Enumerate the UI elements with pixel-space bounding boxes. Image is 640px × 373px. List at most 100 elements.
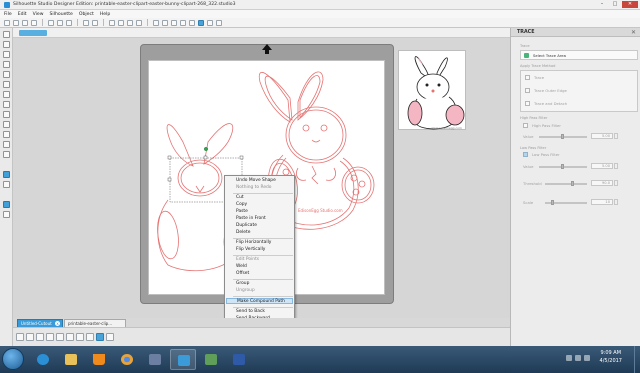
tab-close-icon[interactable]: x xyxy=(55,321,60,326)
modify-icon[interactable] xyxy=(180,19,186,26)
menu-item-paste-in-front[interactable]: Paste in Front xyxy=(236,216,266,222)
taskbar-silhouette-studio[interactable] xyxy=(170,349,196,370)
zoom-fit-icon[interactable] xyxy=(127,19,133,26)
pattern-icon[interactable] xyxy=(56,333,64,341)
grid-icon[interactable] xyxy=(153,19,159,26)
shape-panel-icon[interactable] xyxy=(3,201,10,208)
low-pass-stepper[interactable] xyxy=(614,163,618,169)
align-icon[interactable] xyxy=(162,19,168,26)
menu-item-flip-vertically[interactable]: Flip Vertically xyxy=(236,247,265,253)
zoom-in-icon[interactable] xyxy=(109,19,115,26)
taskbar-explorer[interactable] xyxy=(58,349,84,370)
flag-icon[interactable] xyxy=(584,355,590,361)
taskbar-clock[interactable]: 9:09 AM 4/5/2017 xyxy=(600,349,622,365)
menu-item-delete[interactable]: Delete xyxy=(236,230,250,236)
network-icon[interactable] xyxy=(566,355,572,361)
menu-file[interactable]: File xyxy=(4,12,12,17)
show-desktop-button[interactable] xyxy=(634,346,640,373)
open-folder-icon[interactable] xyxy=(13,19,19,26)
menu-item-duplicate[interactable]: Duplicate xyxy=(236,223,257,229)
low-pass-slider-knob[interactable] xyxy=(561,164,564,169)
high-pass-value-field[interactable]: 5.00 xyxy=(591,133,613,139)
tab-printable-easter-clipart[interactable]: printable-easter-clip... xyxy=(64,319,126,327)
transform-icon[interactable] xyxy=(76,333,84,341)
trace-panel-icon[interactable] xyxy=(96,333,104,341)
taskbar-ie[interactable] xyxy=(30,349,56,370)
paste-icon[interactable] xyxy=(66,19,72,26)
select-tool-icon[interactable] xyxy=(3,31,10,38)
undo-icon[interactable] xyxy=(83,19,89,26)
fill-tool-icon[interactable] xyxy=(3,151,10,158)
scale-value-field[interactable]: 10 xyxy=(591,199,613,205)
scale-slider-knob[interactable] xyxy=(551,200,554,205)
curve-tool-icon[interactable] xyxy=(3,91,10,98)
offset-icon[interactable] xyxy=(189,19,195,26)
rectangle-tool-icon[interactable] xyxy=(3,61,10,68)
high-pass-filter-checkbox[interactable] xyxy=(523,123,528,128)
close-button[interactable]: ✕ xyxy=(622,1,638,8)
send-to-silhouette-icon[interactable] xyxy=(216,19,222,26)
menu-item-cut[interactable]: Cut xyxy=(236,195,244,201)
knife-tool-icon[interactable] xyxy=(3,141,10,148)
polygon-tool-icon[interactable] xyxy=(3,81,10,88)
taskbar-chrome[interactable] xyxy=(114,349,140,370)
replicate-icon[interactable] xyxy=(171,19,177,26)
copy-icon[interactable] xyxy=(57,19,63,26)
trace-icon[interactable] xyxy=(198,19,204,26)
high-pass-stepper[interactable] xyxy=(614,133,618,139)
minimize-button[interactable]: – xyxy=(596,1,608,8)
trace-outer-edge-icon[interactable] xyxy=(525,88,530,93)
low-pass-filter-checkbox[interactable] xyxy=(523,152,528,157)
trace-option-detach[interactable]: Trace and Detach xyxy=(534,101,567,106)
select-trace-area-button[interactable]: Select Trace Area xyxy=(520,50,638,60)
save-icon[interactable] xyxy=(22,19,28,26)
menu-help[interactable]: Help xyxy=(100,12,110,17)
high-pass-slider-knob[interactable] xyxy=(561,134,564,139)
threshold-slider[interactable] xyxy=(545,183,587,185)
library-icon[interactable] xyxy=(3,171,10,178)
arc-tool-icon[interactable] xyxy=(3,101,10,108)
redo-icon[interactable] xyxy=(92,19,98,26)
freehand-tool-icon[interactable] xyxy=(3,111,10,118)
menu-item-offset[interactable]: Offset xyxy=(236,271,249,277)
low-pass-value-field[interactable]: 5.00 xyxy=(591,163,613,169)
start-button[interactable] xyxy=(2,348,24,370)
point-editor-icon[interactable] xyxy=(106,333,114,341)
edit-points-icon[interactable] xyxy=(3,41,10,48)
menu-view[interactable]: View xyxy=(33,12,44,17)
panel-close-icon[interactable]: ✕ xyxy=(631,29,636,36)
line-color-icon[interactable] xyxy=(26,333,34,341)
taskbar-vlc[interactable] xyxy=(86,349,112,370)
ellipse-tool-icon[interactable] xyxy=(3,71,10,78)
volume-icon[interactable] xyxy=(575,355,581,361)
menu-item-send-to-back[interactable]: Send to Back xyxy=(236,309,265,315)
align-bottom-icon[interactable] xyxy=(86,333,94,341)
design-store-icon[interactable] xyxy=(3,181,10,188)
trace-option-outer-edge[interactable]: Trace Outer Edge xyxy=(534,88,567,93)
menu-edit[interactable]: Edit xyxy=(18,12,27,17)
threshold-slider-knob[interactable] xyxy=(571,181,574,186)
eraser-tool-icon[interactable] xyxy=(3,131,10,138)
taskbar-photos[interactable] xyxy=(198,349,224,370)
taskbar-app[interactable] xyxy=(142,349,168,370)
threshold-stepper[interactable] xyxy=(614,180,618,186)
shadow-icon[interactable] xyxy=(66,333,74,341)
line-style-icon[interactable] xyxy=(36,333,44,341)
new-document-icon[interactable] xyxy=(4,19,10,26)
taskbar-word[interactable] xyxy=(226,349,252,370)
pan-icon[interactable] xyxy=(136,19,142,26)
page-setup-icon[interactable] xyxy=(207,19,213,26)
trace-option-trace[interactable]: Trace xyxy=(534,75,544,80)
cut-icon[interactable] xyxy=(48,19,54,26)
shape-fill-icon[interactable] xyxy=(16,333,24,341)
layers-panel-icon[interactable] xyxy=(3,211,10,218)
menu-item-copy[interactable]: Copy xyxy=(236,202,247,208)
tab-untitled-cutout[interactable]: Untitled-Cutout x xyxy=(17,319,63,327)
gradient-icon[interactable] xyxy=(46,333,54,341)
menu-item-group[interactable]: Group xyxy=(236,281,249,287)
zoom-level-selector[interactable] xyxy=(19,30,47,36)
trace-and-detach-icon[interactable] xyxy=(525,101,530,106)
threshold-value-field[interactable]: 90.0 xyxy=(591,180,613,186)
zoom-out-icon[interactable] xyxy=(118,19,124,26)
scale-stepper[interactable] xyxy=(614,199,618,205)
